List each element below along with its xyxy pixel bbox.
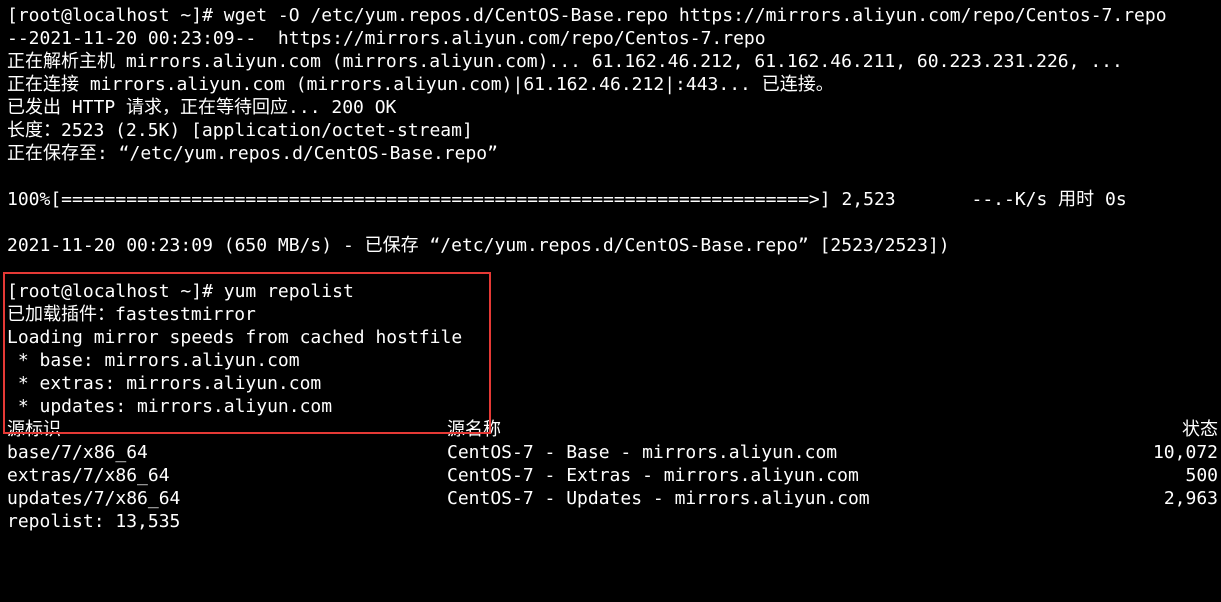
terminal-line-saving-to: 正在保存至: “/etc/yum.repos.d/CentOS-Base.rep… bbox=[7, 143, 498, 164]
repo-id: updates/7/x86_64 bbox=[7, 488, 181, 509]
table-row: extras/7/x86_64 CentOS-7 - Extras - mirr… bbox=[7, 464, 1221, 487]
terminal-line-wget-start: --2021-11-20 00:23:09-- https://mirrors.… bbox=[7, 28, 766, 49]
terminal-line-loading-mirror: Loading mirror speeds from cached hostfi… bbox=[7, 327, 463, 348]
repo-name: CentOS-7 - Base - mirrors.aliyun.com bbox=[447, 442, 838, 463]
terminal-line-progress: 100%[===================================… bbox=[7, 189, 1127, 210]
repo-status: 500 bbox=[1185, 465, 1218, 486]
terminal-line-yum-command: [root@localhost ~]# yum repolist bbox=[7, 281, 354, 302]
table-row: base/7/x86_64 CentOS-7 - Base - mirrors.… bbox=[7, 441, 1221, 464]
repo-name: CentOS-7 - Updates - mirrors.aliyun.com bbox=[447, 488, 870, 509]
terminal-line-mirror-updates: * updates: mirrors.aliyun.com bbox=[7, 396, 333, 417]
terminal-line-saved: 2021-11-20 00:23:09 (650 MB/s) - 已保存 “/e… bbox=[7, 235, 950, 256]
repo-id: extras/7/x86_64 bbox=[7, 465, 170, 486]
repo-status: 10,072 bbox=[1152, 442, 1218, 463]
terminal-line-mirror-base: * base: mirrors.aliyun.com bbox=[7, 350, 300, 371]
terminal-line-plugins: 已加载插件：fastestmirror bbox=[7, 304, 256, 325]
repo-table-header: 源标识 源名称 状态 bbox=[7, 418, 1221, 441]
terminal-line-length: 长度：2523 (2.5K) [application/octet-stream… bbox=[7, 120, 473, 141]
terminal-line-wget-command: [root@localhost ~]# wget -O /etc/yum.rep… bbox=[7, 5, 1167, 26]
table-row: updates/7/x86_64 CentOS-7 - Updates - mi… bbox=[7, 487, 1221, 510]
terminal-line-repolist-total: repolist: 13,535 bbox=[7, 511, 181, 532]
repo-header-name: 源名称 bbox=[447, 419, 501, 440]
terminal-line-http-request: 已发出 HTTP 请求，正在等待回应... 200 OK bbox=[7, 97, 397, 118]
repo-header-status: 状态 bbox=[1182, 419, 1218, 440]
repo-id: base/7/x86_64 bbox=[7, 442, 148, 463]
terminal-window[interactable]: [root@localhost ~]# wget -O /etc/yum.rep… bbox=[0, 0, 1221, 534]
terminal-line-connecting: 正在连接 mirrors.aliyun.com (mirrors.aliyun.… bbox=[7, 74, 834, 95]
terminal-line-mirror-extras: * extras: mirrors.aliyun.com bbox=[7, 373, 322, 394]
repo-name: CentOS-7 - Extras - mirrors.aliyun.com bbox=[447, 465, 859, 486]
repo-header-id: 源标识 bbox=[7, 419, 61, 440]
terminal-line-resolving: 正在解析主机 mirrors.aliyun.com (mirrors.aliyu… bbox=[7, 51, 1123, 72]
repo-status: 2,963 bbox=[1163, 488, 1218, 509]
